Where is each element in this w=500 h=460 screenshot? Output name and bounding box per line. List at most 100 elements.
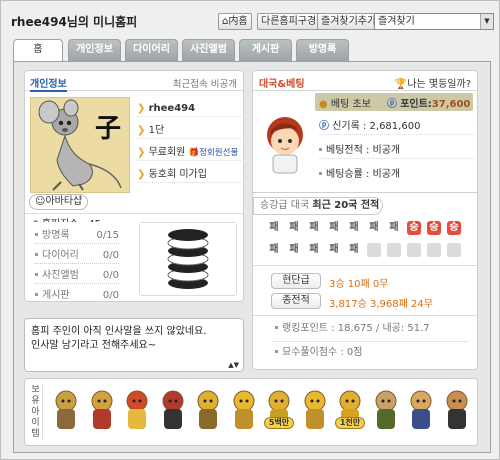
ranking-points: 랭킹포인트 : 18,675 / 내공: 51.7 <box>275 321 430 337</box>
betting-badge: ● 베팅 초보 <box>319 99 371 110</box>
items-label: 보유아이템 <box>29 385 43 439</box>
trophy-icon: 🏆 <box>394 79 408 90</box>
item-icon <box>304 390 325 429</box>
inventory-item[interactable] <box>51 387 81 435</box>
item-label: 5백만 <box>264 417 294 429</box>
games-panel: 승강급 대국 최근 20국 전적 패패패패패패패승승승 패패패패패 현단급 3승… <box>252 192 478 370</box>
result-cell: 패 <box>309 244 319 255</box>
tab-guestbook[interactable]: 방명록 <box>296 39 349 61</box>
divider <box>273 341 469 342</box>
item-icon <box>410 390 432 429</box>
result-cell <box>447 243 461 257</box>
result-cell: 패 <box>269 222 279 233</box>
games-title: 승강급 대국 최근 20국 전적 <box>253 197 383 215</box>
divider <box>25 213 243 214</box>
result-cell: 패 <box>349 222 359 233</box>
avatar-shop-button[interactable]: ☺아바타샵 <box>29 194 89 210</box>
result-cell: 패 <box>349 244 359 255</box>
puzzle-score: 묘수풀이점수 : 0점 <box>275 345 363 361</box>
result-cell: 패 <box>309 222 319 233</box>
club-status: 동호회 미가입 <box>148 169 207 180</box>
bet-record-row: 베팅전적 : 비공개 <box>319 143 475 159</box>
result-cell: 승 <box>427 221 441 235</box>
inventory-item[interactable] <box>300 387 330 435</box>
ranking-link[interactable]: 🏆나는 몇등일까? <box>395 75 471 90</box>
arrow-icon: ❯ <box>137 169 146 180</box>
tab-diary[interactable]: 다이어리 <box>125 39 178 61</box>
inventory-item[interactable] <box>371 387 401 435</box>
result-cell <box>407 243 421 257</box>
inbox-label: 内홈 <box>228 16 248 27</box>
tab-home[interactable]: 홈 <box>13 39 63 62</box>
inventory-item[interactable] <box>229 387 259 435</box>
tab-album[interactable]: 사진앨범 <box>182 39 235 61</box>
result-cell: 패 <box>329 222 339 233</box>
item-icon <box>55 390 77 429</box>
minihompy-window: rhee494님의 미니홈피 ⌂内홈 다른홈피구경 즐겨찾기추가 즐겨찾기 ▼ 홈… <box>0 0 500 460</box>
member-row: ❯ 무료회원 🎁정회원선물 <box>137 145 241 161</box>
arrow-icon: ❯ <box>137 147 146 158</box>
result-cell: 패 <box>269 244 279 255</box>
item-icon <box>162 390 183 429</box>
result-cell: 패 <box>329 244 339 255</box>
item-icon <box>375 390 396 429</box>
inventory-item[interactable]: 1천만 <box>335 387 365 435</box>
inventory-item[interactable] <box>158 387 188 435</box>
recent-access: 최근접속 비공개 <box>172 79 237 90</box>
item-label: 1천만 <box>335 417 365 429</box>
result-cell <box>367 243 381 257</box>
favorites-select[interactable]: 즐겨찾기 ▼ <box>374 13 494 30</box>
profile-section-title: 개인정보 <box>30 75 67 92</box>
visit-other-button[interactable]: 다른홈피구경 <box>257 13 321 30</box>
stat-board[interactable]: 게시판 0/0 <box>35 288 119 304</box>
greeting-text: 홈피 주인이 아직 인사말을 쓰지 않았네요. 인사말 남기라고 전해주세요~ <box>31 326 207 351</box>
new-record-row: ⓟ 신기록 : 2,681,600 <box>319 119 475 135</box>
divider <box>253 315 477 316</box>
add-favorite-button[interactable]: 즐겨찾기추가 <box>317 13 381 30</box>
username: rhee494 <box>148 103 196 114</box>
zodiac-character: 子 <box>94 114 121 144</box>
zodiac-card: 子 <box>30 97 130 193</box>
betting-header: 대국&베팅 🏆나는 몇등일까? <box>253 71 477 91</box>
bet-rate-row: 베팅승률 : 비공개 <box>319 167 475 183</box>
inventory-item[interactable] <box>193 387 223 435</box>
stat-diary[interactable]: 다이어리 0/0 <box>35 248 119 264</box>
tab-board[interactable]: 게시판 <box>239 39 292 61</box>
results-row-2: 패패패패패 <box>267 243 467 259</box>
betting-title: 대국&베팅 <box>259 79 305 90</box>
p-icon: ⓟ <box>387 99 397 110</box>
inventory-item[interactable] <box>442 387 472 435</box>
member-type: 무료회원 <box>148 147 186 158</box>
coin-icon: ● <box>319 99 328 110</box>
result-cell: 패 <box>289 244 299 255</box>
p-icon: ⓟ <box>319 121 329 132</box>
points: ⓟ 포인트:37,600 <box>387 99 471 110</box>
member-gift-link[interactable]: 🎁정회원선물 <box>189 148 239 158</box>
item-icon <box>233 390 254 429</box>
stone-stack-box <box>139 222 237 296</box>
inventory-item[interactable] <box>87 387 117 435</box>
stat-album[interactable]: 사진앨범 0/0 <box>35 268 119 284</box>
grade: 1단 <box>148 125 165 136</box>
username-row: ❯ rhee494 <box>137 101 241 117</box>
stat-guestbook[interactable]: 방명록 0/15 <box>35 228 119 244</box>
tab-profile[interactable]: 개인정보 <box>68 39 121 61</box>
inventory-item[interactable] <box>122 387 152 435</box>
inventory-item[interactable] <box>406 387 436 435</box>
result-cell <box>387 243 401 257</box>
greeting-box: 홈피 주인이 아직 인사말을 쓰지 않았네요. 인사말 남기라고 전해주세요~ … <box>24 318 244 372</box>
level-label: 현단급 <box>271 273 321 289</box>
gift-icon: 🎁 <box>188 148 200 158</box>
betting-level-bar: ● 베팅 초보 ⓟ 포인트:37,600 <box>315 93 473 111</box>
inventory-item[interactable]: 5백만 <box>264 387 294 435</box>
scroll-arrows-icon[interactable]: ▲▼ <box>228 361 239 369</box>
result-cell: 패 <box>289 222 299 233</box>
go-stones-icon <box>167 229 209 289</box>
arrow-icon: ❯ <box>137 125 146 136</box>
inbox-button[interactable]: ⌂内홈 <box>218 13 252 30</box>
home-content: 개인정보 최근접속 비공개 子 ❯ rhee494 ❯ 1단 ❯ 무료회원 🎁정… <box>13 61 491 453</box>
result-cell <box>427 243 441 257</box>
favorites-select-value: 즐겨찾기 <box>378 16 415 27</box>
result-cell: 패 <box>389 222 399 233</box>
item-icon <box>91 390 112 429</box>
